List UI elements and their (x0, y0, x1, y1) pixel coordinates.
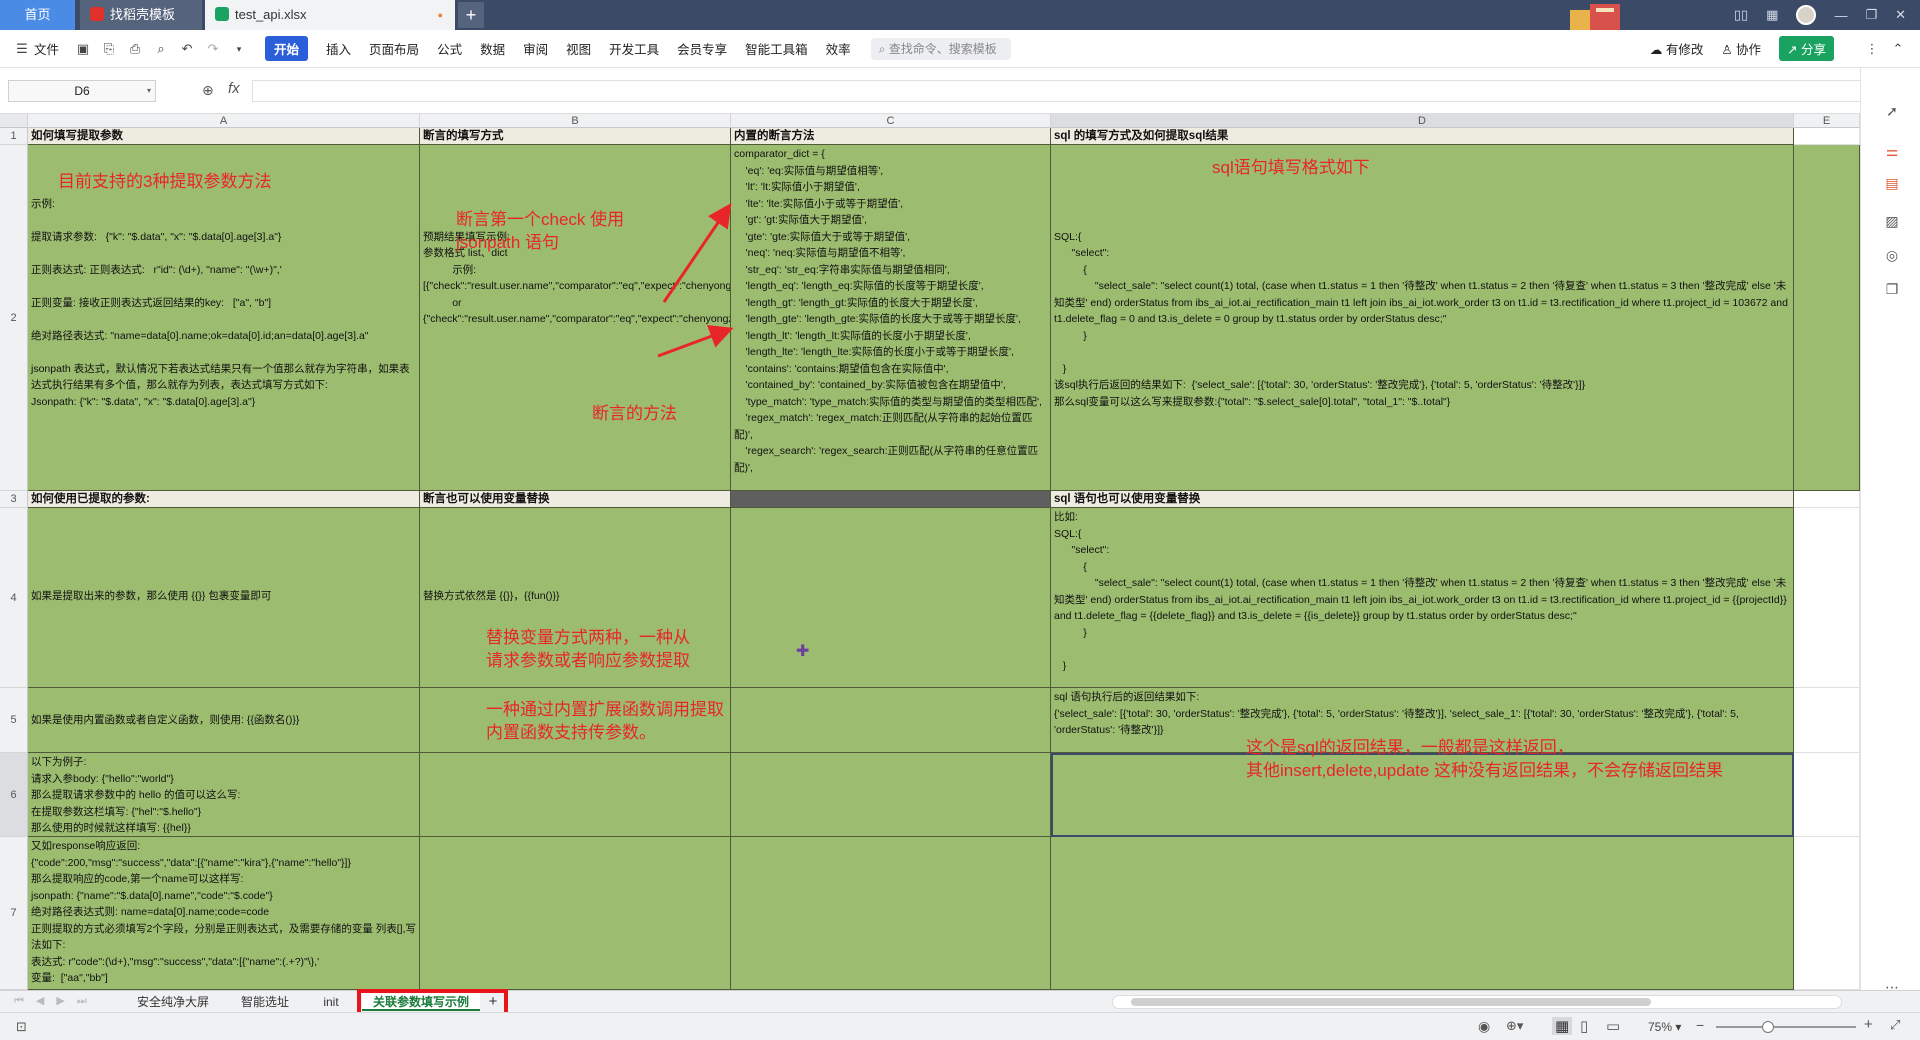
new-tab-button[interactable]: + (458, 2, 484, 28)
menu-toolbox[interactable]: 智能工具箱 (745, 39, 808, 58)
menu-efficiency[interactable]: 效率 (826, 39, 851, 58)
fullscreen-icon[interactable]: ⤢ (1890, 1017, 1900, 1033)
eye-protection-icon[interactable]: ◉ (1478, 1018, 1490, 1035)
zoom-value: 75% (1648, 1020, 1673, 1034)
tab-home-label: 首页 (24, 7, 51, 22)
arrow-to-comparator (662, 203, 732, 303)
book-icon[interactable]: ❐ (1883, 280, 1901, 298)
title-bar: 首页 找稻壳模板 test_api.xlsx ● + ▯▯ ▦ — ❐ ✕ (0, 0, 1920, 30)
apps-grid-icon[interactable]: ▦ (1766, 7, 1778, 23)
print-icon[interactable]: ⎙ (127, 41, 143, 57)
horizontal-scroll-thumb[interactable] (1131, 998, 1651, 1006)
more-icon[interactable]: ⋮ (1864, 41, 1880, 57)
docer-icon (90, 7, 104, 21)
people-icon: ♙ (1721, 43, 1737, 57)
undo-icon[interactable]: ↶ (179, 41, 195, 57)
cloud-icon: ☁ (1649, 43, 1666, 57)
collapse-ribbon-icon[interactable]: ⌃ (1890, 41, 1906, 57)
unsaved-dot-icon: ● (437, 10, 443, 20)
zoom-icon[interactable]: ⊕ (202, 82, 214, 99)
settings-sliders-icon[interactable]: ⚌ (1883, 142, 1901, 160)
restore-icon[interactable]: ❐ (1865, 7, 1877, 23)
ribbon-menu: ☰ 文件 ▣ ⎘ ⎙ ⌕ ↶ ↷ ▾ 开始 插入 页面布局 公式 数据 审阅 视… (0, 30, 1920, 68)
zoom-level[interactable]: 75% ▾ (1648, 1020, 1681, 1034)
page-break-view-icon[interactable]: ▭ (1606, 1017, 1620, 1035)
input-method-icon[interactable]: ⊕▾ (1506, 1018, 1523, 1034)
page-layout-view-icon[interactable]: ▯ (1580, 1017, 1588, 1035)
image-icon[interactable]: ▨ (1883, 212, 1901, 230)
redo-icon[interactable]: ↷ (205, 41, 221, 57)
menu-member[interactable]: 会员专享 (677, 39, 727, 58)
close-icon[interactable]: ✕ (1895, 7, 1906, 23)
collab-label: 协作 (1736, 43, 1762, 57)
tab-home[interactable]: 首页 (0, 0, 75, 30)
normal-view-icon[interactable]: ▦ (1552, 1017, 1573, 1035)
name-box[interactable]: D6 ▾ (8, 80, 156, 102)
sheet-tab-bar: ⏮◀▶⏭ 安全纯净大屏 智能选址 init 关联参数填写示例 + (0, 990, 1920, 1012)
tab-file[interactable]: test_api.xlsx ● (205, 0, 455, 30)
status-bar: ⊡ ◉ ⊕▾ ▦ ▯ ▭ 75% ▾ − + ⤢ (0, 1012, 1920, 1040)
export-icon[interactable]: ⎘ (101, 41, 117, 57)
spreadsheet-icon (215, 7, 229, 21)
has-changes-label: 有修改 (1665, 43, 1704, 57)
menu-view[interactable]: 视图 (566, 39, 591, 58)
share-label: 分享 (1800, 43, 1826, 57)
zoom-in-button[interactable]: + (1864, 1016, 1873, 1033)
menu-data[interactable]: 数据 (480, 39, 505, 58)
share-icon: ↗ (1787, 43, 1801, 57)
right-side-panel: ➚ ⚌ ▤ ▨ ◎ ❐ ⋯ (1860, 68, 1920, 1012)
tab-file-label: test_api.xlsx (235, 7, 307, 22)
avatar[interactable] (1796, 5, 1817, 25)
horizontal-scrollbar[interactable] (1112, 995, 1842, 1009)
command-search-input[interactable]: ⌕ 查找命令、搜索模板 (870, 37, 1011, 60)
promo-illustration (1570, 2, 1630, 30)
location-icon[interactable]: ◎ (1883, 246, 1901, 264)
menu-review[interactable]: 审阅 (523, 39, 548, 58)
annotation-arrows: ✚ (657, 203, 809, 660)
minimize-icon[interactable]: — (1834, 8, 1847, 23)
sheet-tab-init[interactable]: init (310, 993, 352, 1011)
zoom-slider-thumb[interactable] (1762, 1021, 1774, 1033)
arrow-to-length-eq (657, 325, 734, 358)
zoom-out-button[interactable]: − (1696, 1017, 1704, 1033)
chevron-down-icon: ▾ (146, 86, 151, 95)
share-button[interactable]: ↗ 分享 (1779, 36, 1834, 61)
table-style-icon[interactable]: ▤ (1883, 174, 1901, 192)
collab-button[interactable]: ♙ 协作 (1721, 39, 1761, 58)
window-controls: ▯▯ ▦ — ❐ ✕ (1734, 0, 1920, 30)
menu-insert[interactable]: 插入 (326, 39, 351, 58)
menu-page-layout[interactable]: 页面布局 (369, 39, 419, 58)
zoom-slider[interactable] (1716, 1021, 1856, 1033)
tab-template[interactable]: 找稻壳模板 (80, 0, 202, 30)
menu-developer[interactable]: 开发工具 (609, 39, 659, 58)
chevron-down-icon[interactable]: ▾ (231, 41, 247, 57)
search-placeholder: 查找命令、搜索模板 (888, 41, 997, 56)
sheet-tab-safe-screen[interactable]: 安全纯净大屏 (126, 993, 220, 1011)
formula-bar: D6 ▾ ⊕ fx (0, 68, 1920, 114)
formula-input[interactable] (252, 80, 1872, 102)
macro-record-icon[interactable]: ⊡ (16, 1019, 27, 1035)
search-icon: ⌕ (878, 41, 889, 56)
has-changes-button[interactable]: ☁ 有修改 (1650, 39, 1704, 58)
file-menu[interactable]: 文件 (34, 39, 59, 58)
fx-icon[interactable]: fx (228, 80, 240, 97)
save-icon[interactable]: ▣ (75, 41, 91, 57)
cell-ref: D6 (74, 84, 90, 98)
cursor-select-icon[interactable]: ➚ (1883, 102, 1901, 120)
sheet-nav-arrows-icon[interactable]: ⏮◀▶⏭ (14, 994, 99, 1008)
sheet-tab-site-select[interactable]: 智能选址 (226, 993, 304, 1011)
print-preview-icon[interactable]: ⌕ (153, 41, 169, 57)
cursor-plus-icon: ✚ (796, 643, 809, 660)
layout-icon[interactable]: ▯▯ (1734, 7, 1748, 23)
tab-template-label: 找稻壳模板 (110, 7, 176, 22)
menu-home[interactable]: 开始 (265, 36, 309, 61)
menu-formula[interactable]: 公式 (437, 39, 462, 58)
spreadsheet-grid: A B C D E 1 2 3 4 5 6 7 如何填写提取参数 断言的填写方式… (0, 114, 1860, 990)
hamburger-icon[interactable]: ☰ (14, 41, 30, 57)
